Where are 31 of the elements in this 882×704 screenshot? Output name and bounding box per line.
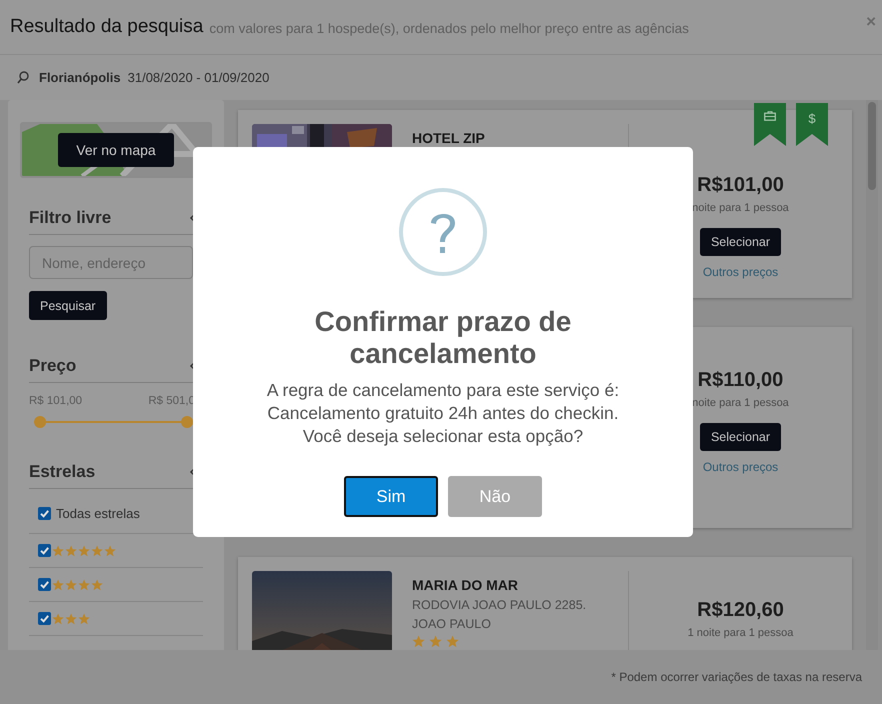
hotel-price: R$110,00 (698, 369, 784, 392)
price-note: noite para 1 pessoa (692, 202, 789, 214)
option-label: Todas estrelas (56, 506, 140, 520)
dialog-title: Confirmar prazo de cancelamento (314, 306, 572, 370)
page-title: Resultado da pesquisa (10, 16, 204, 38)
dialog-message: A regra de cancelamento para este serviço é: Cancelamento gratuito 24h antes do checkin. Você deseja selecionar esta opção? (266, 379, 620, 448)
map-button[interactable]: Ver no mapa (58, 133, 174, 167)
search-button[interactable]: Pesquisar (29, 291, 107, 320)
price-min: R$ 101,00 (29, 395, 82, 407)
select-button[interactable]: Selecionar (700, 228, 782, 256)
search-dates: 31/08/2020 - 01/09/2020 (128, 70, 270, 85)
section-title: Estrelas (29, 462, 96, 482)
search-field[interactable]: Nome, endereço (29, 246, 193, 279)
hotel-name: HOTEL ZIP (412, 130, 486, 146)
page-subtitle: com valores para 1 hospede(s), ordenados pelo melhor preço entre as agências (209, 21, 689, 36)
search-city: Florianópolis (39, 70, 121, 85)
select-button[interactable]: Selecionar (700, 423, 782, 451)
confirm-button[interactable]: Sim (344, 476, 438, 517)
hotel-address: RODOVIA JOAO PAULO 2285. JOAO PAULO (412, 597, 588, 633)
other-prices-link[interactable]: Outros preços (702, 265, 778, 279)
section-title: Filtro livre (29, 208, 112, 228)
price-badge: $ (796, 103, 828, 146)
other-prices-link[interactable]: Outros preços (702, 460, 778, 474)
hotel-name: MARIA DO MAR (412, 577, 520, 593)
price-note: noite para 1 pessoa (692, 397, 789, 409)
section-title: Preço (29, 356, 76, 376)
price-note: 1 noite para 1 pessoa (688, 627, 794, 639)
cancel-button[interactable]: Não (448, 476, 542, 517)
hotel-price: R$101,00 (697, 174, 784, 197)
footer-note: * Podem ocorrer variações de taxas na reserva (611, 670, 862, 684)
hotel-price: R$120,60 (697, 599, 784, 622)
